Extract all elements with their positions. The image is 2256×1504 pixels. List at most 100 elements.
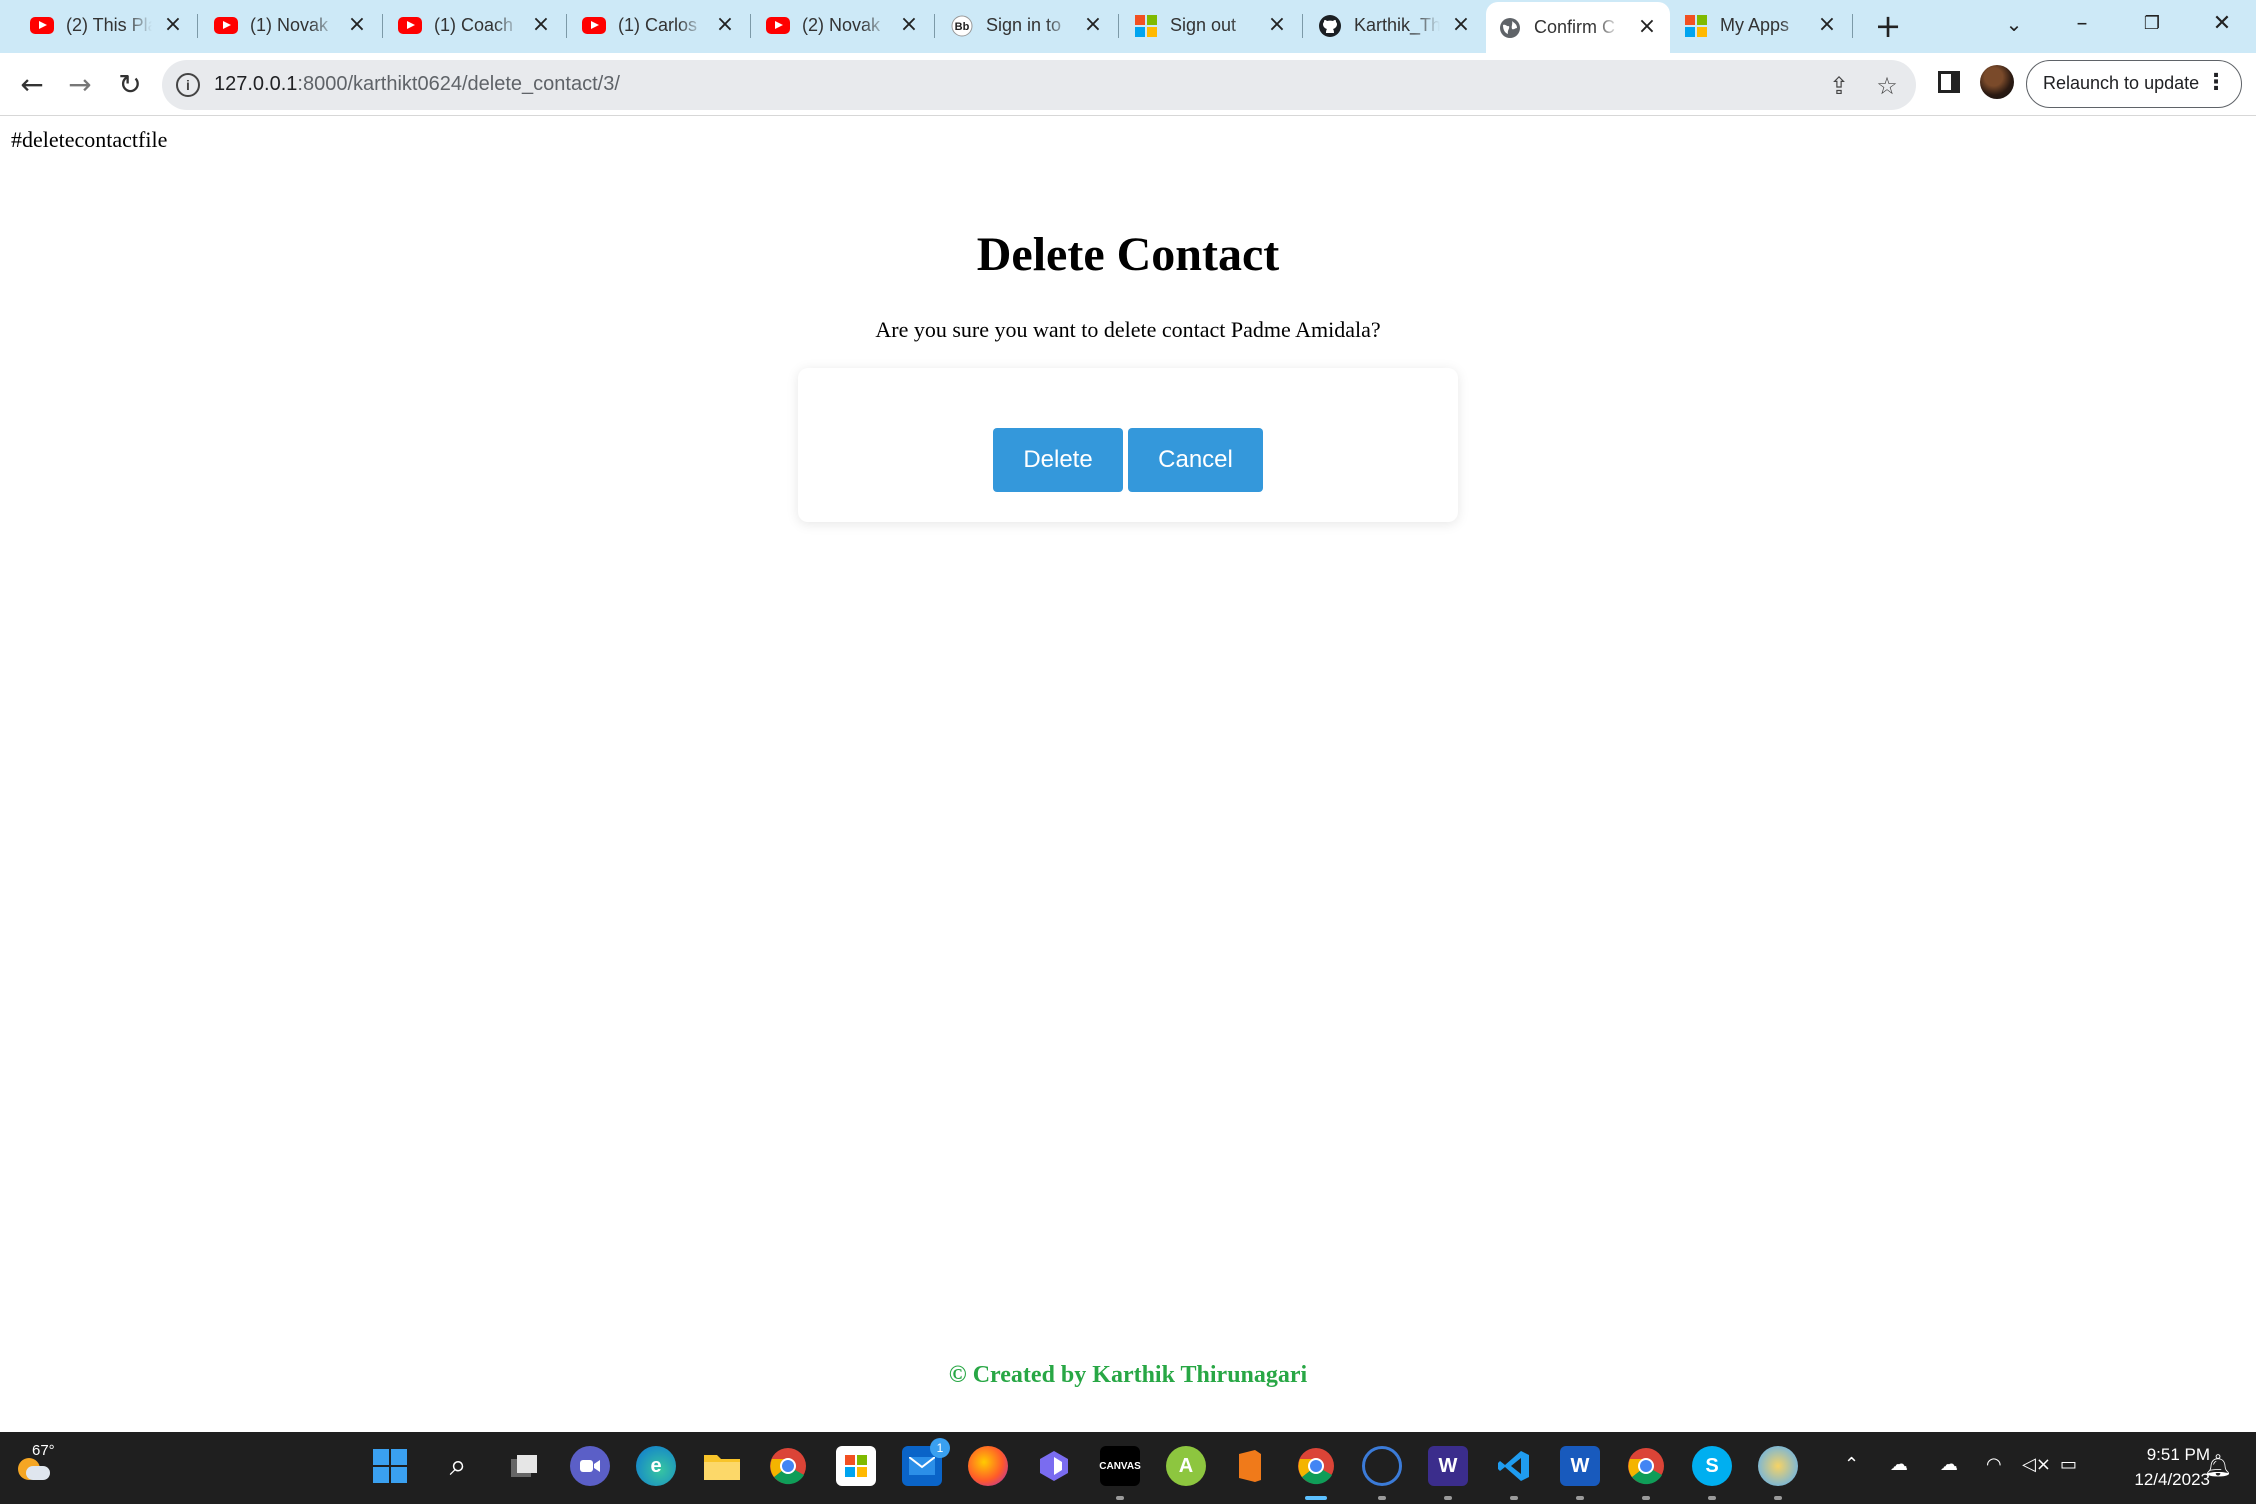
tab-divider xyxy=(197,14,198,38)
menu-dots-icon[interactable]: ⋮ xyxy=(2205,61,2227,105)
minimize-icon[interactable]: – xyxy=(2062,6,2102,42)
chrome-icon[interactable] xyxy=(768,1446,808,1486)
tab-search-chevron-icon[interactable]: ⌄ xyxy=(1994,6,2034,42)
forward-arrow-icon[interactable]: → xyxy=(60,65,100,105)
close-tab-icon[interactable]: × xyxy=(1450,14,1472,36)
wifi-icon[interactable]: ◠ xyxy=(1986,1454,2002,1475)
close-tab-icon[interactable]: × xyxy=(1082,14,1104,36)
tab-title: Confirm C xyxy=(1534,17,1616,37)
reload-icon[interactable]: ↻ xyxy=(110,65,150,105)
android-studio-icon[interactable]: A xyxy=(1166,1446,1206,1486)
microsoft-store-icon[interactable] xyxy=(836,1446,876,1486)
close-tab-icon[interactable]: × xyxy=(714,14,736,36)
microsoft-icon xyxy=(1684,14,1708,38)
running-indicator xyxy=(1116,1496,1124,1500)
anaconda-icon[interactable] xyxy=(1362,1446,1402,1486)
page-title: Delete Contact xyxy=(976,228,1280,281)
restore-icon[interactable]: ❐ xyxy=(2132,6,2172,42)
browser-tab[interactable]: (1) Novak × xyxy=(202,6,380,45)
close-tab-icon[interactable]: × xyxy=(162,14,184,36)
site-info-icon[interactable]: i xyxy=(176,73,200,97)
mail-badge: 1 xyxy=(930,1438,950,1458)
browser-tab[interactable]: (2) Novak × xyxy=(754,6,932,45)
profile-avatar[interactable] xyxy=(1980,65,2014,99)
edge-icon[interactable]: e xyxy=(636,1446,676,1486)
windows-taskbar: 67° ⌕ e 1 CANVAS A W W S ⌃ ☁ ☁ ◠ ◁× ▭ 9:… xyxy=(0,1432,2256,1504)
running-indicator xyxy=(1444,1496,1452,1500)
youtube-icon xyxy=(30,14,54,38)
paint-icon[interactable] xyxy=(1758,1446,1798,1486)
word-icon[interactable]: W xyxy=(1560,1446,1600,1486)
system-clock[interactable]: 9:51 PM 12/4/2023 xyxy=(2100,1442,2210,1492)
speaker-muted-icon[interactable]: ◁× xyxy=(2022,1454,2051,1475)
github-icon xyxy=(1318,14,1342,38)
windows-start-icon[interactable] xyxy=(370,1446,410,1486)
chrome-icon[interactable] xyxy=(1296,1446,1336,1486)
url-host: 127.0.0.1 xyxy=(214,73,298,95)
tab-divider xyxy=(382,14,383,38)
browser-tab[interactable]: (1) Carlos × xyxy=(570,6,748,45)
mail-icon[interactable]: 1 xyxy=(902,1438,950,1486)
vscode-icon[interactable] xyxy=(1494,1446,1534,1486)
close-tab-icon[interactable]: × xyxy=(1816,14,1838,36)
tab-divider xyxy=(1302,14,1303,38)
tab-title: (1) Carlos xyxy=(618,15,698,35)
youtube-icon xyxy=(582,14,606,38)
browser-tab[interactable]: Karthik_Th × xyxy=(1306,6,1484,45)
side-panel-icon[interactable] xyxy=(1938,71,1960,93)
youtube-icon xyxy=(766,14,790,38)
show-hidden-icons-chevron-icon[interactable]: ⌃ xyxy=(1844,1454,1859,1475)
browser-tab[interactable]: Sign out × xyxy=(1122,6,1300,45)
close-window-icon[interactable]: ✕ xyxy=(2202,6,2242,42)
office-icon[interactable] xyxy=(1230,1446,1270,1486)
url-text[interactable]: 127.0.0.1:8000/karthikt0624/delete_conta… xyxy=(214,73,620,96)
skype-icon[interactable]: S xyxy=(1692,1446,1732,1486)
onedrive-icon[interactable]: ☁ xyxy=(1890,1454,1908,1475)
close-tab-icon[interactable]: × xyxy=(898,14,920,36)
notification-bell-icon[interactable]: 🔔︎ xyxy=(2204,1454,2232,1479)
relaunch-button[interactable]: Relaunch to update ⋮ xyxy=(2026,60,2242,108)
youtube-icon xyxy=(214,14,238,38)
tab-title: Sign in to xyxy=(986,15,1062,35)
onedrive-sync-icon[interactable]: ☁ xyxy=(1940,1454,1958,1475)
close-tab-icon[interactable]: × xyxy=(530,14,552,36)
tab-divider xyxy=(750,14,751,38)
battery-icon[interactable]: ▭ xyxy=(2060,1454,2077,1475)
running-indicator xyxy=(1576,1496,1584,1500)
browser-tab[interactable]: (2) This Place × xyxy=(18,6,196,45)
back-arrow-icon[interactable]: ← xyxy=(12,65,52,105)
file-explorer-icon[interactable] xyxy=(702,1446,742,1486)
app-launcher-icon[interactable] xyxy=(1034,1446,1074,1486)
browser-tab[interactable]: (1) Coach × xyxy=(386,6,564,45)
weather-temperature: 67° xyxy=(32,1442,55,1459)
bookmark-star-icon[interactable]: ☆ xyxy=(1872,71,1902,101)
globe-icon xyxy=(1498,16,1522,40)
microsoft-icon xyxy=(1134,14,1158,38)
clock-time: 9:51 PM xyxy=(2146,1445,2210,1464)
new-tab-button[interactable]: + xyxy=(1872,10,1904,42)
cancel-button[interactable]: Cancel xyxy=(1128,428,1263,492)
page-content: #deletecontactfile Delete Contact Are yo… xyxy=(0,117,2256,1432)
address-bar[interactable]: i 127.0.0.1:8000/karthikt0624/delete_con… xyxy=(162,60,1916,110)
browser-tab[interactable]: Bb Sign in to × xyxy=(938,6,1116,45)
task-view-icon[interactable] xyxy=(504,1446,544,1486)
confirm-card: Delete Cancel xyxy=(798,368,1458,522)
delete-button[interactable]: Delete xyxy=(993,428,1123,492)
chrome-icon[interactable] xyxy=(1626,1446,1666,1486)
browser-tab[interactable]: My Apps × xyxy=(1672,6,1850,45)
running-indicator xyxy=(1774,1496,1782,1500)
firefox-icon[interactable] xyxy=(968,1446,1008,1486)
clock-date: 12/4/2023 xyxy=(2134,1470,2210,1489)
close-tab-icon[interactable]: × xyxy=(346,14,368,36)
close-tab-icon[interactable]: × xyxy=(1636,16,1658,38)
search-icon[interactable]: ⌕ xyxy=(438,1446,478,1486)
canvas-icon[interactable]: CANVAS xyxy=(1099,1446,1141,1486)
close-tab-icon[interactable]: × xyxy=(1266,14,1288,36)
browser-tab-active[interactable]: Confirm C × xyxy=(1486,2,1670,53)
share-icon[interactable]: ⇪ xyxy=(1824,71,1854,101)
active-app-indicator xyxy=(1305,1496,1327,1500)
teams-chat-icon[interactable] xyxy=(570,1446,610,1486)
svg-text:Bb: Bb xyxy=(955,21,970,33)
webex-icon[interactable]: W xyxy=(1428,1446,1468,1486)
running-indicator xyxy=(1378,1496,1386,1500)
